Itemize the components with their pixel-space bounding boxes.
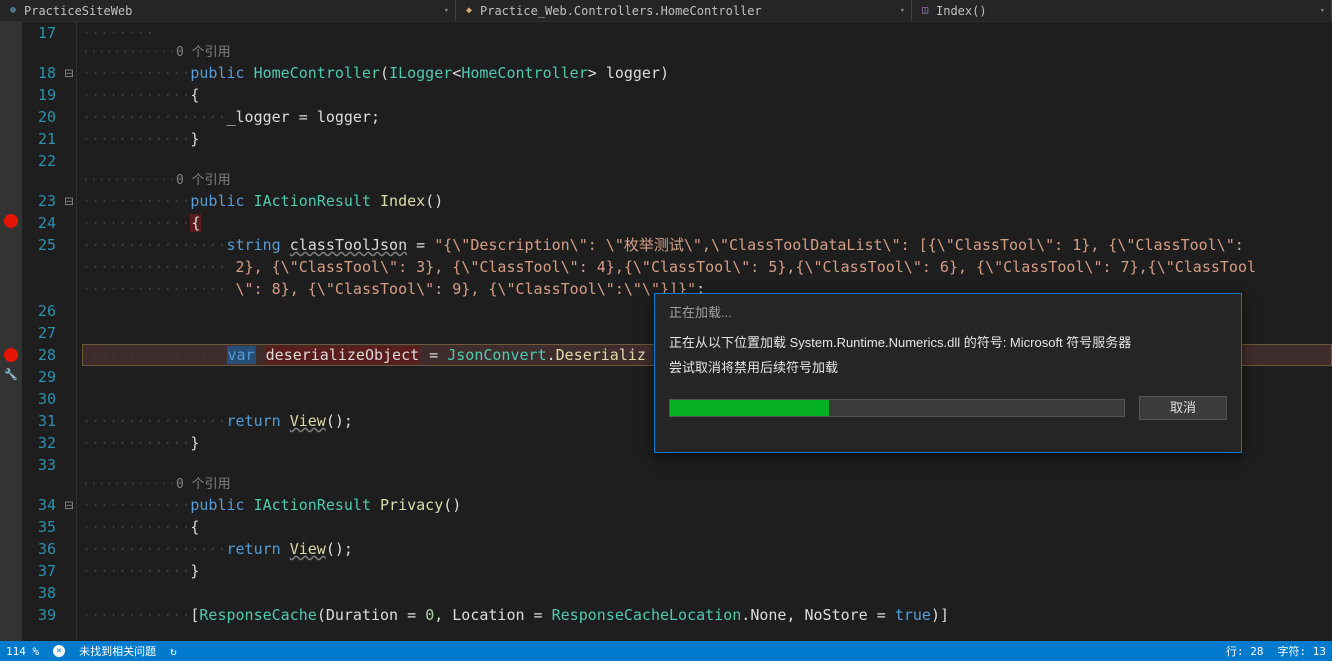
fold-toggle[interactable]: ⊟: [62, 190, 76, 212]
zoom-level[interactable]: 114 %: [6, 645, 39, 658]
breakpoint-gutter[interactable]: 🔧: [0, 22, 22, 642]
class-icon: ◆: [462, 4, 476, 18]
breakpoint-current[interactable]: 🔧: [0, 348, 22, 370]
col-indicator[interactable]: 字符: 13: [1278, 643, 1327, 659]
loading-symbols-dialog: 正在加载... 正在从以下位置加载 System.Runtime.Numeric…: [654, 293, 1242, 453]
breadcrumb: ⊕ PracticeSiteWeb ▾ ◆ Practice_Web.Contr…: [0, 0, 1332, 22]
chevron-down-icon: ▾: [900, 6, 905, 16]
status-bar: 114 % ✕ 未找到相关问题 ↻ 行: 28 字符: 13: [0, 641, 1332, 661]
dialog-message-2: 尝试取消将禁用后续符号加载: [669, 356, 1227, 381]
codelens-refs[interactable]: 0 个引用: [176, 477, 231, 492]
dialog-title: 正在加载...: [655, 294, 1241, 325]
chevron-down-icon: ▾: [444, 6, 449, 16]
codelens-refs[interactable]: 0 个引用: [176, 173, 231, 188]
project-icon: ⊕: [6, 4, 20, 18]
cancel-button[interactable]: 取消: [1139, 396, 1227, 420]
method-icon: ◫: [918, 4, 932, 18]
breadcrumb-project[interactable]: ⊕ PracticeSiteWeb ▾: [0, 0, 456, 21]
line-numbers: 1718192021222324252627282930313233343536…: [22, 22, 62, 642]
refresh-icon[interactable]: ↻: [170, 645, 177, 658]
line-indicator[interactable]: 行: 28: [1226, 643, 1264, 659]
fold-toggle[interactable]: ⊟: [62, 494, 76, 516]
fold-gutter[interactable]: ⊟ ⊟ ⊟: [62, 22, 76, 642]
breadcrumb-class-label: Practice_Web.Controllers.HomeController: [480, 4, 762, 18]
status-message: 未找到相关问题: [79, 643, 156, 659]
codelens-refs[interactable]: 0 个引用: [176, 45, 231, 60]
progress-bar: [669, 399, 1125, 417]
chevron-down-icon: ▾: [1320, 6, 1325, 16]
breadcrumb-class[interactable]: ◆ Practice_Web.Controllers.HomeControlle…: [456, 0, 912, 21]
breadcrumb-project-label: PracticeSiteWeb: [24, 4, 132, 18]
breadcrumb-method[interactable]: ◫ Index() ▾: [912, 0, 1332, 21]
breadcrumb-method-label: Index(): [936, 4, 987, 18]
error-icon[interactable]: ✕: [53, 645, 65, 657]
dialog-message-1: 正在从以下位置加载 System.Runtime.Numerics.dll 的符…: [669, 331, 1227, 356]
breakpoint-marker[interactable]: [0, 214, 22, 236]
fold-toggle[interactable]: ⊟: [62, 62, 76, 84]
